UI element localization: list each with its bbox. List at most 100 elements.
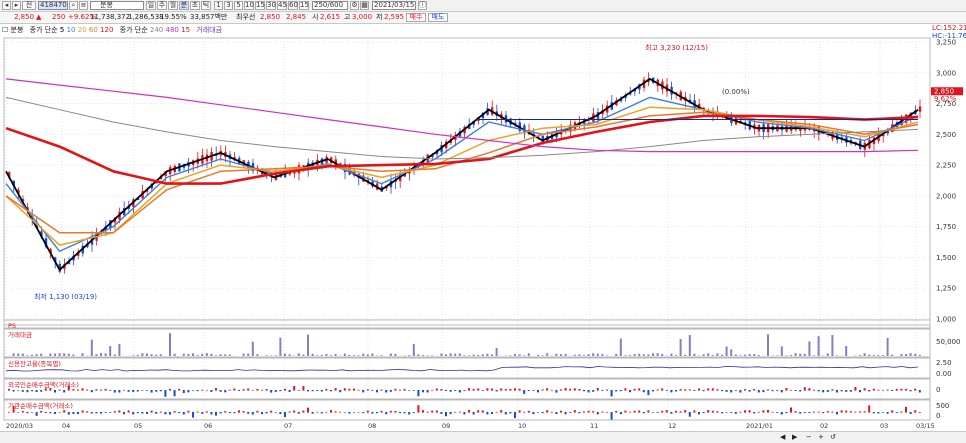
foreign-net-bar (463, 390, 466, 391)
chart-legend: ☐ 분봉 종가 단순 5 10 20 60 120 종가 단순 240 480 … (2, 26, 222, 35)
volume-bar (113, 354, 116, 356)
institution-net-bar (509, 412, 512, 414)
credit-panel-label: 신용잔고율(종목별) (8, 359, 61, 368)
institution-net-bar (95, 412, 98, 414)
period-second-button[interactable]: 초 (190, 1, 200, 10)
calendar-icon[interactable]: ▦ (360, 1, 369, 10)
foreign-net-bar (261, 389, 263, 391)
foreign-net-bar (872, 388, 875, 391)
volume-bar (688, 335, 691, 356)
volume-bar (63, 353, 66, 356)
interval-30-button[interactable]: 30 (266, 1, 276, 10)
foreign-net-bar (826, 390, 829, 392)
volume-bar (642, 354, 645, 356)
scroll-left-button[interactable]: ◀ (780, 433, 785, 442)
institution-net-bar (412, 412, 415, 413)
foreign-net-bar (334, 388, 337, 391)
institution-net-bar (371, 412, 374, 414)
volume-bar (279, 337, 282, 356)
market-select[interactable]: 전 (22, 1, 36, 10)
low-label: 저 (376, 13, 383, 21)
legend-ma20: 20 (77, 26, 87, 34)
menu-icon[interactable]: ≡ (79, 1, 88, 10)
date-field[interactable]: 2021/03/15 (372, 1, 416, 10)
institution-net-bar (900, 411, 903, 413)
institution-net-bar (803, 412, 806, 413)
period-minute-button[interactable]: 분 (179, 1, 189, 10)
foreign-net-bar (238, 390, 240, 391)
settings-icon[interactable]: ⚙ (350, 1, 359, 10)
institution-net-bar (909, 412, 912, 414)
count-field[interactable]: 250/600 (312, 1, 348, 10)
foreign-net-bar (707, 388, 710, 391)
stock-chart[interactable]: PS거래대금신용잔고율(종목별)외국인순매수금액(거래소)기관순매수금액(거래소… (0, 24, 966, 431)
zoom-out-button[interactable]: − (806, 433, 812, 442)
axis-info-lc: LC:152.21 (932, 24, 966, 32)
foreign-net-bar (900, 388, 903, 391)
volume-bar (357, 355, 360, 356)
chevron-left-icon[interactable]: ◂ (2, 1, 11, 10)
foreign-net-bar (357, 389, 360, 391)
period-tick-button[interactable]: 틱 (201, 1, 211, 10)
volume-bar (330, 355, 332, 356)
interval-3-button[interactable]: 3 (224, 1, 233, 10)
foreign-net-bar (610, 390, 613, 397)
foreign-net-bar (302, 386, 305, 391)
info-icon[interactable]: ⓘ (418, 1, 427, 10)
volume-bar (780, 346, 783, 356)
volume-bar (748, 354, 751, 356)
volume-bar (251, 341, 254, 356)
foreign-net-bar (679, 389, 682, 391)
sell-button[interactable]: 매도 (428, 13, 448, 22)
legend-ma120: 120 (100, 26, 114, 34)
period-day-button[interactable]: 일 (146, 1, 156, 10)
institution-net-bar (564, 412, 567, 415)
foreign-net-bar (95, 389, 98, 391)
institution-net-bar (500, 410, 503, 413)
foreign-net-bar (366, 389, 369, 391)
period-week-button[interactable]: 주 (157, 1, 167, 10)
foreign-net-bar (40, 390, 43, 392)
institution-net-bar (504, 412, 507, 415)
scroll-right-button[interactable]: ▶ (792, 433, 797, 442)
volume-bar (702, 354, 705, 356)
period-month-button[interactable]: 월 (168, 1, 178, 10)
institution-net-bar (886, 412, 889, 414)
volume-bar (817, 336, 820, 356)
interval-1-button[interactable]: 1 (214, 1, 223, 10)
stock-code-input[interactable]: 418470 (38, 1, 68, 10)
institution-net-bar (205, 411, 208, 413)
volume-bar (307, 334, 309, 356)
search-icon[interactable]: ⌕ (69, 1, 78, 10)
price-tick-label: 2,500 (936, 131, 956, 139)
institution-net-bar (182, 412, 185, 415)
stock-name-field[interactable]: 분봉 (90, 1, 144, 10)
foreign-net-bar (504, 389, 507, 391)
zoom-in-button[interactable]: + (818, 433, 824, 442)
volume-bar (606, 355, 608, 356)
foreign-net-bar (67, 385, 70, 391)
interval-custom-button[interactable]: 15 (299, 1, 309, 10)
chevron-right-icon[interactable]: ▸ (12, 1, 21, 10)
price-tick-label: 1,750 (936, 223, 956, 231)
volume-bar (877, 355, 880, 356)
interval-5-button[interactable]: 5 (234, 1, 243, 10)
interval-15-button[interactable]: 15 (255, 1, 265, 10)
time-tick-label: 03 (880, 422, 888, 430)
institution-net-bar (560, 410, 562, 413)
institution-net-bar (468, 410, 470, 413)
vol-tick-label: 50,000 (936, 338, 961, 346)
interval-10-button[interactable]: 10 (244, 1, 254, 10)
legend-checkbox-icon[interactable]: ☐ (2, 26, 8, 34)
interval-60-button[interactable]: 60 (288, 1, 298, 10)
reset-view-button[interactable]: ↺ (830, 433, 836, 442)
buy-button[interactable]: 매수 (406, 13, 426, 22)
foreign-net-bar (265, 389, 268, 391)
volume-bar (210, 353, 213, 356)
interval-45-button[interactable]: 45 (277, 1, 287, 10)
foreign-net-bar (803, 387, 806, 391)
volume-bar (675, 355, 677, 356)
volume-bar (169, 333, 171, 356)
volume-bar (274, 355, 277, 356)
volume-bar (256, 354, 259, 356)
